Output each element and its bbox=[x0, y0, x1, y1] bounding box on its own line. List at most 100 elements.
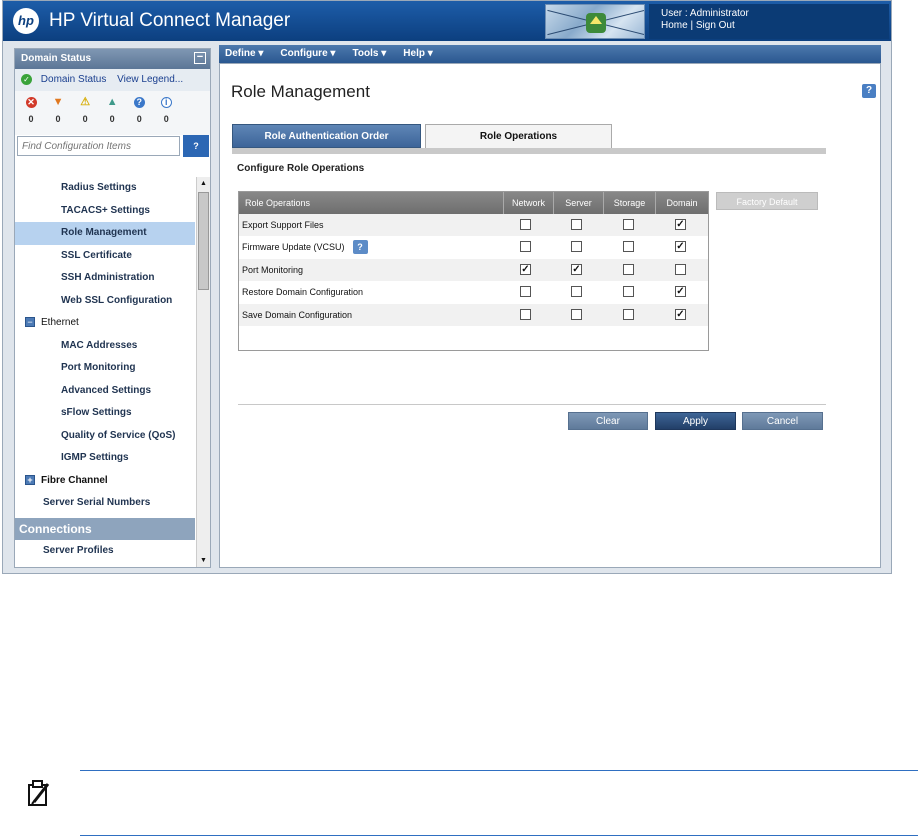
status-unknown[interactable]: ? 0 bbox=[127, 97, 151, 124]
storage-checkbox[interactable] bbox=[623, 308, 634, 320]
collapse-icon[interactable]: − bbox=[25, 317, 35, 328]
storage-checkbox[interactable] bbox=[623, 263, 634, 275]
network-checkbox[interactable]: ✓ bbox=[520, 263, 531, 275]
storage-checkbox[interactable] bbox=[623, 241, 634, 253]
nav-advanced-settings[interactable]: Advanced Settings bbox=[15, 380, 195, 403]
factory-default-button[interactable]: Factory Default bbox=[716, 192, 818, 210]
tab-role-authentication-order[interactable]: Role Authentication Order bbox=[232, 124, 421, 148]
main-content: Role Management ? Role Authentication Or… bbox=[219, 63, 881, 568]
status-minor[interactable]: ⚠ 0 bbox=[73, 96, 97, 125]
unknown-count: 0 bbox=[136, 114, 142, 124]
page-title: Role Management bbox=[231, 82, 370, 101]
view-legend-link[interactable]: View Legend... bbox=[117, 74, 183, 85]
collapse-button[interactable]: − bbox=[194, 52, 206, 64]
scroll-thumb[interactable] bbox=[198, 192, 209, 290]
row-label-wrap: Firmware Update (VCSU)? bbox=[242, 236, 368, 258]
nav-fibre-channel[interactable]: + Fibre Channel bbox=[15, 470, 195, 493]
status-warning[interactable]: ▲ 0 bbox=[100, 97, 124, 125]
nav-scrollbar[interactable]: ▲ ▼ bbox=[196, 177, 210, 567]
user-box: User : Administrator Home | Sign Out bbox=[649, 4, 889, 39]
clear-button[interactable]: Clear bbox=[568, 412, 648, 430]
network-checkbox[interactable] bbox=[520, 241, 531, 253]
nav-role-management[interactable]: Role Management bbox=[15, 222, 195, 245]
column-header-network: Network bbox=[503, 192, 553, 214]
nav-server-profiles[interactable]: Server Profiles bbox=[15, 540, 195, 563]
apply-button[interactable]: Apply bbox=[655, 412, 736, 430]
nav-radius-settings[interactable]: Radius Settings bbox=[15, 177, 195, 200]
nav-ssl-certificate[interactable]: SSL Certificate bbox=[15, 245, 195, 268]
server-checkbox[interactable] bbox=[571, 308, 582, 320]
menu-define[interactable]: Define ▾ bbox=[225, 45, 263, 63]
tab-strip bbox=[232, 148, 826, 154]
section-title: Configure Role Operations bbox=[237, 163, 365, 174]
status-summary: ✕ 0 ▼ 0 ⚠ 0 ▲ 0 ? 0 i 0 bbox=[15, 91, 210, 135]
domain-checkbox[interactable]: ✓ bbox=[675, 219, 686, 230]
network-checkbox[interactable] bbox=[520, 219, 531, 230]
help-icon[interactable]: ? bbox=[862, 84, 876, 98]
menu-configure[interactable]: Configure ▾ bbox=[280, 45, 335, 63]
domain-checkbox[interactable]: ✓ bbox=[675, 286, 686, 298]
status-info[interactable]: i 0 bbox=[154, 97, 178, 124]
nav-qos[interactable]: Quality of Service (QoS) bbox=[15, 425, 195, 448]
cancel-button[interactable]: Cancel bbox=[742, 412, 823, 430]
app-header: hp HP Virtual Connect Manager User : Adm… bbox=[3, 1, 891, 41]
nav-ethernet[interactable]: − Ethernet bbox=[15, 312, 195, 335]
nav-port-monitoring[interactable]: Port Monitoring bbox=[15, 357, 195, 380]
divider bbox=[238, 404, 826, 405]
nav-igmp-settings[interactable]: IGMP Settings bbox=[15, 447, 195, 470]
table-row: Restore Domain Configuration ✓ bbox=[239, 281, 708, 303]
network-checkbox[interactable] bbox=[520, 308, 531, 320]
banner-image bbox=[545, 4, 645, 39]
server-checkbox[interactable] bbox=[571, 219, 582, 230]
status-major[interactable]: ▼ 0 bbox=[46, 96, 70, 125]
nav-server-serial-numbers[interactable]: Server Serial Numbers bbox=[15, 492, 195, 515]
row-label: Save Domain Configuration bbox=[242, 309, 353, 320]
link-separator: | bbox=[690, 20, 694, 31]
expand-icon[interactable]: + bbox=[25, 474, 35, 485]
tab-role-operations[interactable]: Role Operations bbox=[425, 124, 612, 150]
nav-ethernet-label: Ethernet bbox=[41, 317, 79, 328]
nav-connections-header[interactable]: Connections bbox=[15, 517, 195, 540]
info-count: 0 bbox=[163, 114, 169, 124]
nav-mac-addresses[interactable]: MAC Addresses bbox=[15, 335, 195, 358]
nav-ssh-administration[interactable]: SSH Administration bbox=[15, 267, 195, 290]
warning-count: 0 bbox=[109, 114, 115, 124]
minor-icon: ⚠ bbox=[80, 96, 91, 108]
nav-fibre-channel-label: Fibre Channel bbox=[41, 474, 108, 486]
domain-checkbox[interactable]: ✓ bbox=[675, 308, 686, 320]
server-checkbox[interactable] bbox=[571, 241, 582, 253]
network-checkbox[interactable] bbox=[520, 286, 531, 298]
server-checkbox[interactable] bbox=[571, 286, 582, 298]
signout-link[interactable]: Sign Out bbox=[696, 20, 735, 31]
row-label: Port Monitoring bbox=[242, 264, 304, 275]
note-rule-bottom bbox=[80, 835, 918, 836]
server-checkbox[interactable]: ✓ bbox=[571, 263, 582, 275]
table-row: Save Domain Configuration ✓ bbox=[239, 303, 708, 326]
column-header-server: Server bbox=[553, 192, 603, 214]
home-link[interactable]: Home bbox=[661, 20, 688, 31]
nav-web-ssl-configuration[interactable]: Web SSL Configuration bbox=[15, 290, 195, 313]
menu-help[interactable]: Help ▾ bbox=[403, 45, 432, 63]
storage-checkbox[interactable] bbox=[623, 286, 634, 298]
major-icon: ▼ bbox=[52, 96, 64, 108]
storage-checkbox[interactable] bbox=[623, 219, 634, 230]
scroll-down-icon[interactable]: ▼ bbox=[197, 554, 210, 567]
major-count: 0 bbox=[55, 114, 61, 124]
app-window: hp HP Virtual Connect Manager User : Adm… bbox=[2, 0, 892, 574]
search-input[interactable] bbox=[17, 136, 180, 156]
scroll-up-icon[interactable]: ▲ bbox=[197, 177, 210, 190]
nav-sflow-settings[interactable]: sFlow Settings bbox=[15, 402, 195, 425]
column-header-domain: Domain bbox=[655, 192, 708, 214]
status-critical[interactable]: ✕ 0 bbox=[19, 97, 43, 124]
domain-status-link[interactable]: Domain Status bbox=[41, 74, 107, 85]
user-label: User : Administrator bbox=[661, 8, 749, 19]
domain-checkbox[interactable] bbox=[675, 263, 686, 275]
domain-checkbox[interactable]: ✓ bbox=[675, 241, 686, 253]
menu-tools[interactable]: Tools ▾ bbox=[353, 45, 387, 63]
nav-tacacs-settings[interactable]: TACACS+ Settings bbox=[15, 200, 195, 223]
help-icon[interactable]: ? bbox=[352, 240, 368, 255]
row-label: Restore Domain Configuration bbox=[242, 287, 364, 298]
search-button[interactable]: ? bbox=[183, 135, 209, 157]
important-note-icon bbox=[28, 780, 50, 806]
critical-icon: ✕ bbox=[25, 97, 37, 108]
